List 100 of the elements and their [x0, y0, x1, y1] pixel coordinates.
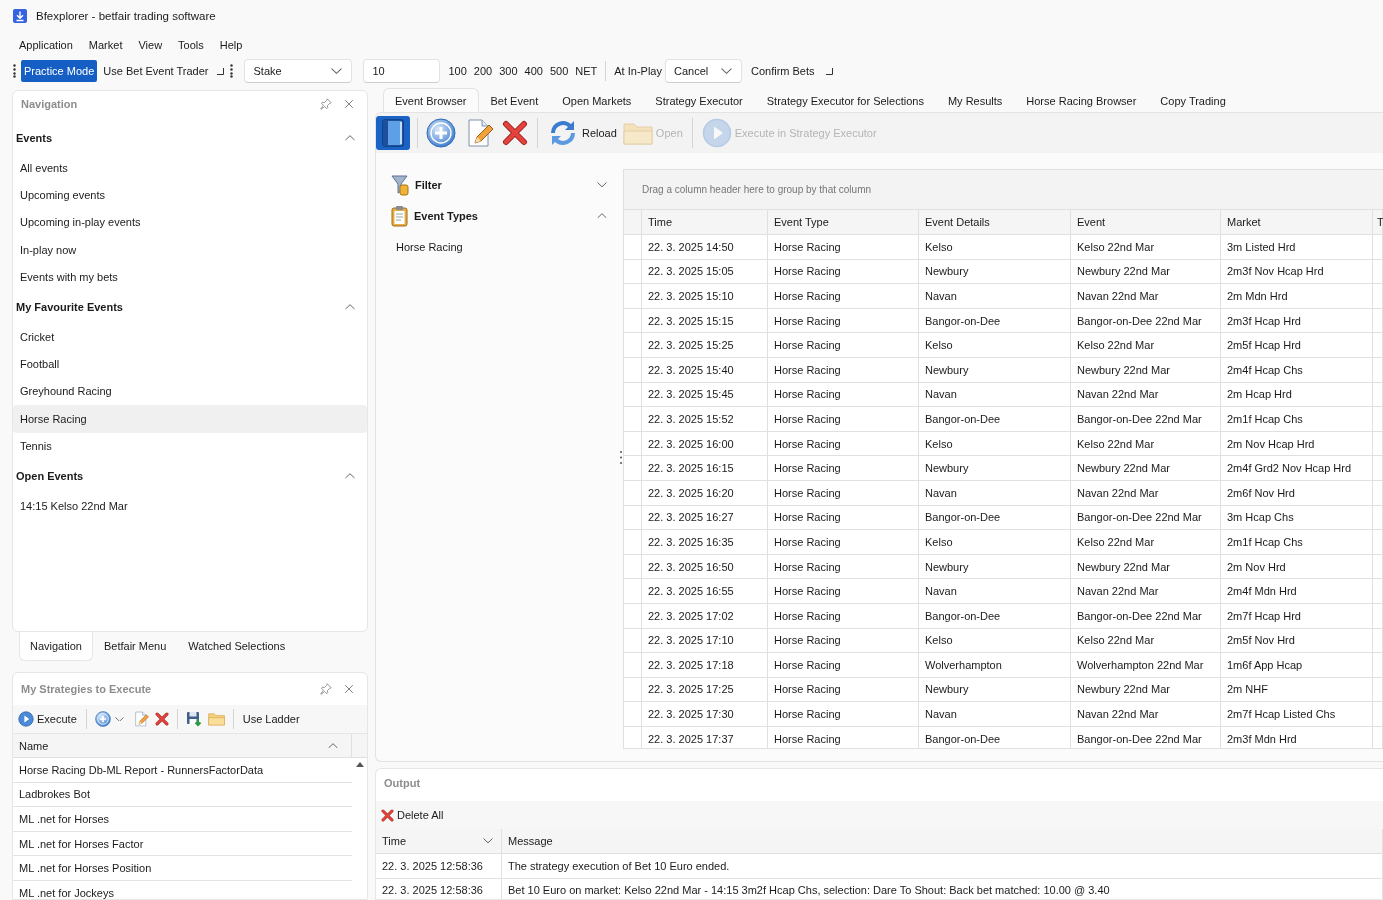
nav-item[interactable]: Horse Racing — [13, 405, 367, 433]
panel-tab[interactable]: Watched Selections — [177, 632, 297, 661]
chevron-up-icon[interactable] — [345, 473, 355, 479]
strategy-row[interactable]: ML .net for Jockeys — [13, 880, 352, 899]
column-header[interactable]: Event — [1071, 210, 1221, 234]
stake-input[interactable]: 10 — [363, 59, 441, 83]
use-ladder-button[interactable]: Use Ladder — [240, 708, 302, 730]
nav-item[interactable]: 14:15 Kelso 22nd Mar — [13, 491, 367, 520]
section-title: Open Events — [16, 469, 84, 482]
delete-button[interactable] — [501, 119, 529, 147]
plus-circle-icon — [426, 118, 456, 148]
table-cell: 22. 3. 2025 16:35 — [642, 530, 768, 554]
menu-item[interactable]: View — [130, 34, 171, 56]
panel-tab[interactable]: Betfair Menu — [93, 632, 178, 661]
strategy-row[interactable]: Ladbrokes Bot — [13, 782, 352, 808]
nav-item[interactable]: Upcoming in-play events — [13, 208, 367, 237]
table-cell: Wolverhampton — [919, 653, 1071, 677]
chevron-up-icon[interactable] — [597, 212, 607, 219]
column-header[interactable]: T — [1373, 210, 1383, 234]
document-tab[interactable]: My Results — [935, 88, 1015, 112]
chevron-up-icon[interactable] — [345, 135, 355, 141]
in-play-action-dropdown[interactable]: Cancel — [664, 59, 742, 83]
document-tab[interactable]: Open Markets — [550, 88, 644, 112]
document-tab[interactable]: Strategy Executor — [643, 88, 755, 112]
nav-item[interactable]: Cricket — [13, 322, 367, 351]
table-cell: Horse Racing — [768, 628, 919, 653]
panel-title: Output — [384, 777, 421, 789]
strategy-row[interactable]: ML .net for Horses Position — [13, 856, 352, 881]
nav-item[interactable]: In-play now — [13, 236, 367, 264]
book-button[interactable] — [376, 116, 410, 150]
chevron-down-icon[interactable] — [483, 838, 493, 844]
table-cell: Newbury — [919, 259, 1071, 284]
column-header[interactable]: Event Type — [768, 210, 919, 234]
chevron-up-icon[interactable] — [345, 304, 355, 310]
nav-item[interactable]: Tennis — [13, 432, 367, 460]
nav-item[interactable]: All events — [13, 154, 367, 182]
menu-item[interactable]: Application — [11, 34, 81, 56]
chevron-down-icon[interactable] — [597, 181, 607, 188]
pin-button[interactable] — [319, 682, 333, 696]
execute-button[interactable]: Execute — [16, 708, 79, 730]
strategy-row[interactable]: ML .net for Horses Factor — [13, 831, 352, 857]
pin-button[interactable] — [319, 97, 333, 111]
pin-icon — [320, 98, 332, 110]
nav-item[interactable]: Greyhound Racing — [13, 377, 367, 406]
add-button[interactable] — [425, 117, 457, 149]
table-cell: 22. 3. 2025 17:37 — [642, 726, 768, 748]
strategy-row[interactable]: Horse Racing Db-ML Report - RunnersFactorData — [13, 758, 352, 783]
toggle-button[interactable]: Practice Mode — [21, 60, 98, 82]
nav-item[interactable]: Football — [13, 350, 367, 378]
download-arrow-icon — [13, 9, 27, 23]
panel-tab[interactable]: Navigation — [19, 632, 93, 661]
nav-item[interactable]: Events with my bets — [13, 263, 367, 291]
stake-type-dropdown[interactable]: Stake — [244, 59, 353, 83]
quick-stake-button[interactable]: 500 — [549, 61, 569, 81]
quick-stake-button[interactable]: 100 — [448, 61, 467, 81]
delete-button[interactable] — [153, 711, 170, 727]
table-cell: 3m Listed Hrd — [1221, 235, 1373, 259]
document-tab[interactable]: Event Browser — [383, 88, 479, 112]
document-tab[interactable]: Bet Event — [478, 88, 551, 112]
clipboard-icon — [391, 204, 408, 227]
toolbar-button[interactable]: Reload — [546, 117, 618, 149]
quick-stake-button[interactable]: 400 — [524, 61, 543, 81]
delete-all-button[interactable]: Delete All — [379, 804, 446, 826]
quick-stake-button[interactable]: 300 — [499, 61, 518, 81]
chevron-down-icon — [114, 716, 124, 722]
folder-icon — [207, 712, 225, 726]
in-play-label: At In-Play — [614, 65, 662, 77]
table-cell: Bangor-on-Dee — [919, 308, 1071, 333]
strategy-row[interactable]: ML .net for Horses — [13, 807, 352, 832]
table-cell: Kelso 22nd Mar — [1071, 628, 1221, 653]
menu-item[interactable]: Help — [211, 34, 251, 56]
document-tab[interactable]: Strategy Executor for Selections — [754, 88, 936, 112]
toggle-button[interactable]: Use Bet Event Trader — [100, 60, 212, 82]
toggle-button[interactable]: Confirm Bets — [747, 60, 818, 82]
table-cell: Wolverhampton 22nd Mar — [1071, 653, 1221, 677]
table-cell: 22. 3. 2025 16:00 — [642, 431, 768, 456]
quick-stake-button[interactable]: NET — [575, 61, 598, 81]
table-cell: 2m5f Hcap Hrd — [1221, 333, 1373, 357]
section-title: Events — [16, 132, 53, 144]
table-cell: Horse Racing — [768, 308, 919, 333]
chevron-up-icon[interactable] — [328, 742, 338, 749]
table-cell: Navan — [919, 382, 1071, 407]
table-cell: Horse Racing — [768, 677, 919, 702]
save-button[interactable] — [184, 710, 203, 728]
column-header[interactable]: Time — [376, 829, 502, 853]
menu-item[interactable]: Tools — [170, 34, 212, 56]
add-button[interactable] — [93, 710, 112, 728]
column-header[interactable]: Time — [642, 210, 768, 234]
document-tab[interactable]: Copy Trading — [1148, 88, 1238, 112]
filter-item[interactable]: Horse Racing — [376, 233, 619, 261]
nav-item[interactable]: Upcoming events — [13, 181, 367, 209]
column-header[interactable]: Market — [1221, 210, 1373, 234]
plus-circle-icon — [94, 711, 111, 727]
document-tab[interactable]: Horse Racing Browser — [1014, 88, 1149, 112]
table-cell: Bangor-on-Dee 22nd Mar — [1071, 505, 1221, 530]
menu-item[interactable]: Market — [80, 34, 131, 56]
quick-stake-button[interactable]: 200 — [473, 61, 493, 81]
table-cell: 22. 3. 2025 16:50 — [642, 554, 768, 579]
column-header[interactable]: Message — [502, 829, 1383, 853]
column-header[interactable]: Event Details — [919, 210, 1071, 234]
